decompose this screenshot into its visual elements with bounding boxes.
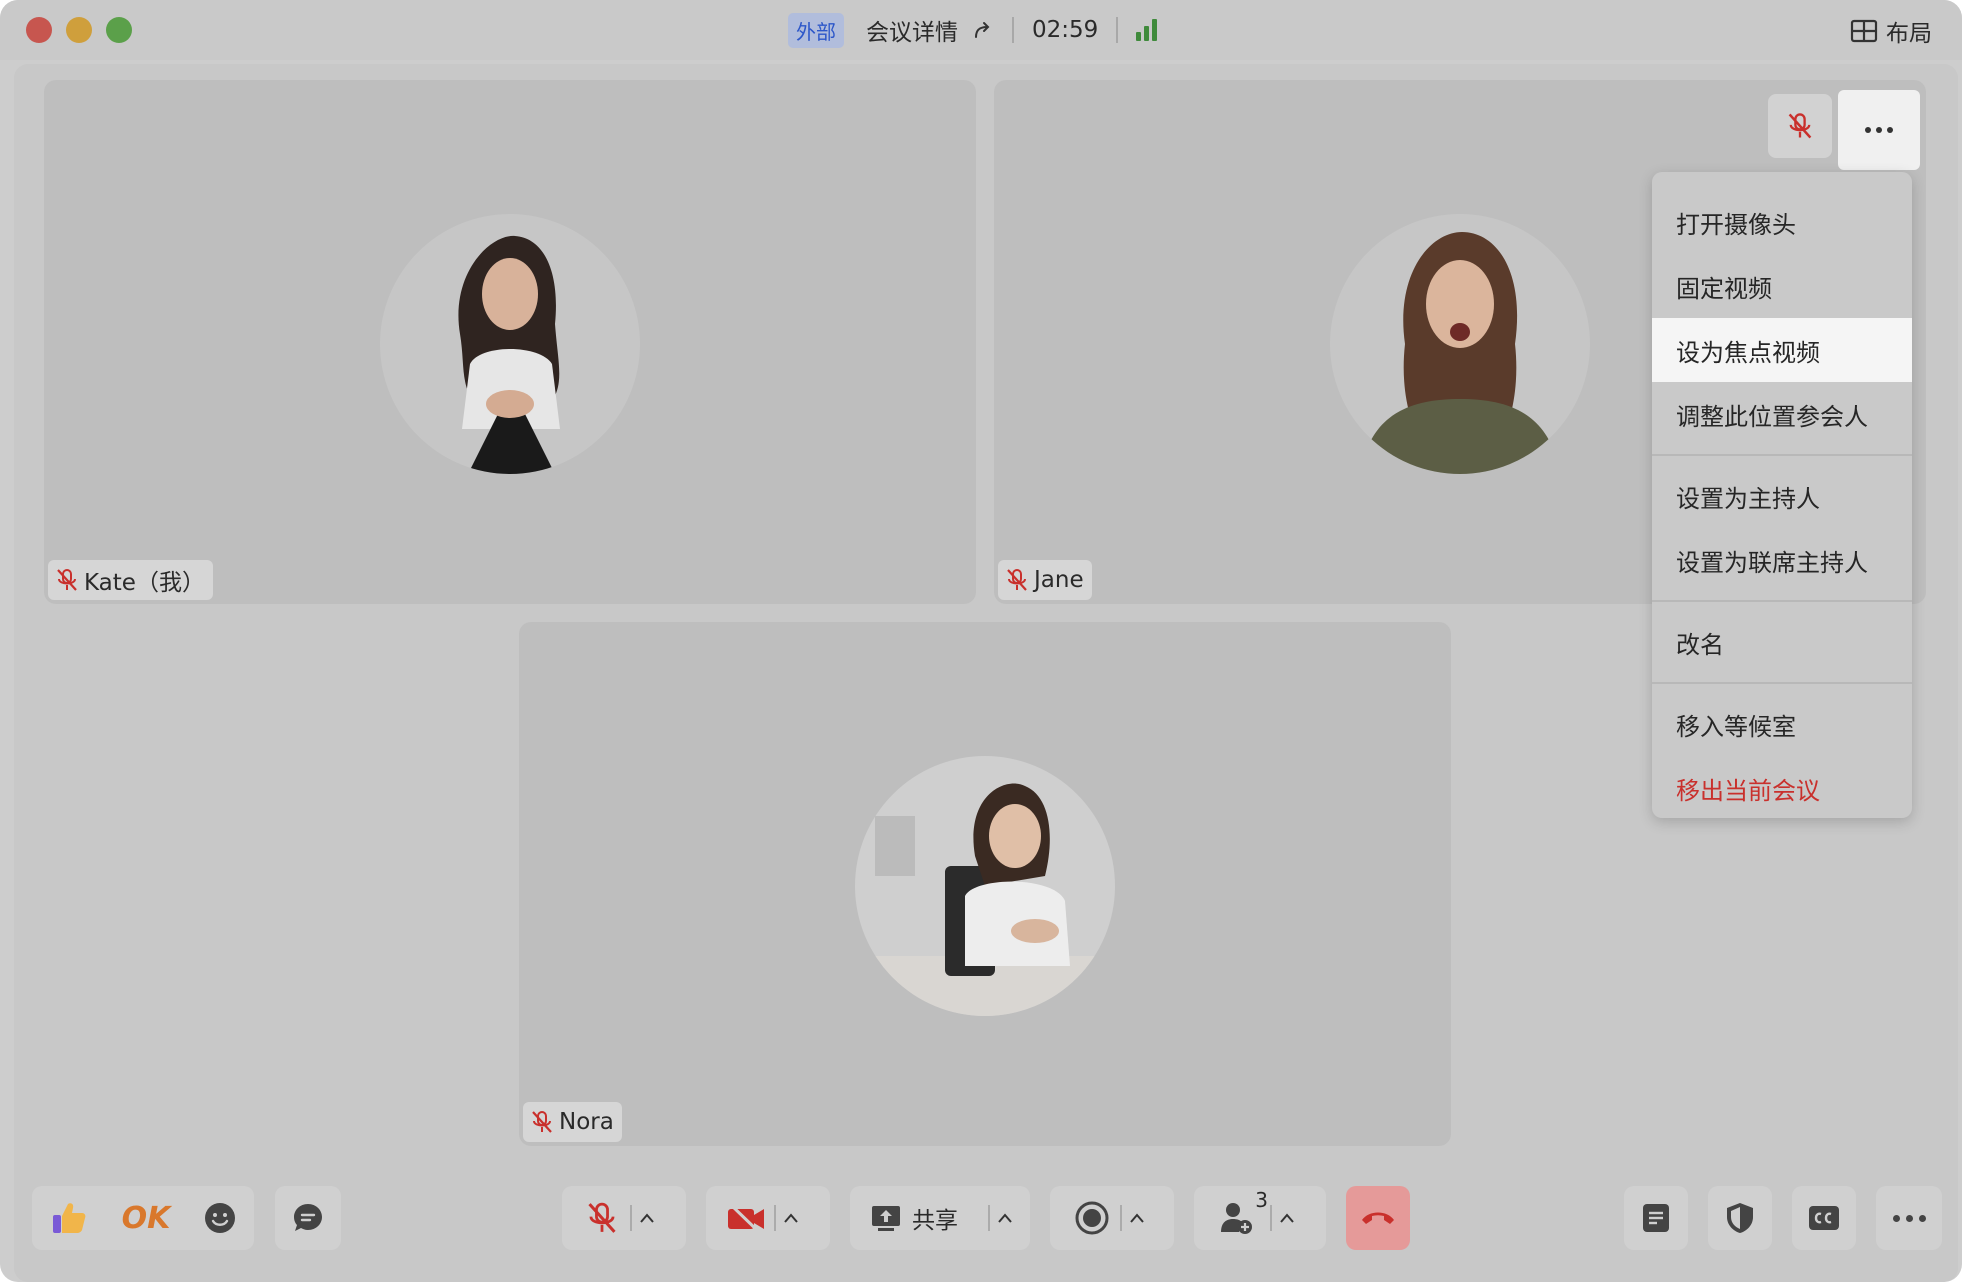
record-options-button[interactable] [1122,1212,1152,1224]
chat-group [275,1186,341,1250]
maximize-window-button[interactable] [106,17,132,43]
menu-item-remove-from-meeting[interactable]: 移出当前会议 [1652,756,1912,820]
share-label: 共享 [912,1208,958,1234]
dot-icon [1905,1214,1913,1222]
microphone-options-button[interactable] [632,1212,662,1224]
participant-name: Nora [559,1109,614,1135]
minimize-window-button[interactable] [66,17,92,43]
participants-count: 3 [1255,1188,1268,1212]
thumbs-up-reaction-button[interactable] [49,1186,89,1250]
menu-divider [1652,600,1912,602]
participants-group: 3 [1194,1186,1326,1250]
smiley-icon [205,1203,236,1233]
dot-icon [1918,1214,1926,1222]
microphone-toggle-button[interactable] [574,1186,630,1250]
participant-name-tag: Jane [998,560,1092,600]
menu-item-set-focus-video[interactable]: 设为焦点视频 [1652,318,1912,382]
mic-muted-icon [532,1111,552,1133]
dot-icon [1876,127,1882,133]
dot-icon [1892,1214,1900,1222]
share-options-button[interactable] [990,1212,1020,1224]
chat-bubble-icon [294,1204,322,1231]
chevron-up-icon [784,1213,798,1223]
mic-muted-icon [57,569,77,591]
chat-button[interactable] [291,1186,325,1250]
emoji-reaction-button[interactable] [203,1186,237,1250]
participants-button[interactable]: 3 [1208,1186,1270,1250]
dot-icon [1865,127,1871,133]
document-icon [1643,1204,1669,1232]
meeting-info: 外部 会议详情 02:59 [788,12,1158,48]
tile-mute-button[interactable] [1768,94,1832,158]
chevron-up-icon [1280,1213,1294,1223]
participant-name: Kate（我） [84,570,205,596]
avatar [855,756,1115,1016]
captions-button[interactable] [1792,1186,1856,1250]
layout-button[interactable]: 布局 [1850,14,1932,48]
menu-divider [1652,454,1912,456]
record-icon [1075,1201,1109,1235]
leave-meeting-button[interactable] [1346,1186,1410,1250]
grid-layout-icon [1850,19,1878,43]
shield-icon [1727,1203,1753,1233]
ok-reaction-button[interactable]: OK [122,1186,171,1250]
mic-muted-icon [1007,569,1027,591]
share-meeting-icon[interactable] [972,19,994,41]
dot-icon [1887,127,1893,133]
signal-strength-icon[interactable] [1136,19,1158,41]
participant-context-menu: 打开摄像头 固定视频 设为焦点视频 调整此位置参会人 设置为主持人 设置为联席主… [1652,172,1912,818]
camera-toggle-button[interactable] [718,1186,774,1250]
share-screen-icon [872,1206,900,1231]
ok-reaction-label: OK [121,1200,171,1236]
video-tile-kate[interactable]: Kate（我） [44,80,976,604]
participants-options-button[interactable] [1272,1212,1302,1224]
menu-item-rename[interactable]: 改名 [1652,610,1912,674]
menu-item-adjust-position[interactable]: 调整此位置参会人 [1652,382,1912,446]
thumbs-up-icon [52,1203,85,1233]
participant-name-tag: Kate（我） [48,560,213,600]
camera-options-button[interactable] [776,1212,806,1224]
avatar [380,214,640,474]
chevron-up-icon [1130,1213,1144,1223]
chevron-up-icon [998,1213,1012,1223]
divider [1012,17,1014,43]
microphone-group [562,1186,686,1250]
menu-item-move-to-waiting-room[interactable]: 移入等候室 [1652,692,1912,756]
tile-more-options-button[interactable] [1838,90,1920,170]
title-bar: 外部 会议详情 02:59 布局 [0,0,1962,60]
meeting-timer: 02:59 [1032,17,1099,43]
menu-item-pin-video[interactable]: 固定视频 [1652,254,1912,318]
share-screen-button[interactable]: 共享 [870,1186,988,1250]
participant-name: Jane [1034,567,1084,593]
menu-item-make-cohost[interactable]: 设置为联席主持人 [1652,528,1912,592]
mic-muted-icon [1788,113,1812,139]
more-tools-button[interactable] [1876,1186,1942,1250]
security-button[interactable] [1708,1186,1772,1250]
hang-up-icon [1362,1212,1394,1224]
camera-group [706,1186,830,1250]
avatar [1330,214,1590,474]
meeting-window: 外部 会议详情 02:59 布局 Kate（我） Jane Nora 打开摄像头… [0,0,1962,1282]
share-group: 共享 [850,1186,1030,1250]
divider [1116,17,1119,43]
participant-name-tag: Nora [523,1102,622,1142]
close-window-button[interactable] [26,17,52,43]
chevron-up-icon [640,1213,654,1223]
record-group [1050,1186,1174,1250]
menu-divider [1652,682,1912,684]
mic-muted-icon [588,1202,616,1233]
video-tile-nora[interactable]: Nora [519,622,1451,1146]
add-participant-icon [1221,1203,1252,1234]
menu-item-make-host[interactable]: 设置为主持人 [1652,464,1912,528]
external-badge: 外部 [788,12,844,48]
notes-button[interactable] [1624,1186,1688,1250]
menu-item-turn-on-camera[interactable]: 打开摄像头 [1652,190,1912,254]
meeting-details-link[interactable]: 会议详情 [866,13,958,47]
layout-label: 布局 [1886,21,1932,47]
record-button[interactable] [1064,1186,1120,1250]
closed-captions-icon [1809,1206,1839,1230]
camera-off-icon [728,1202,764,1235]
reactions-group: OK [32,1186,254,1250]
